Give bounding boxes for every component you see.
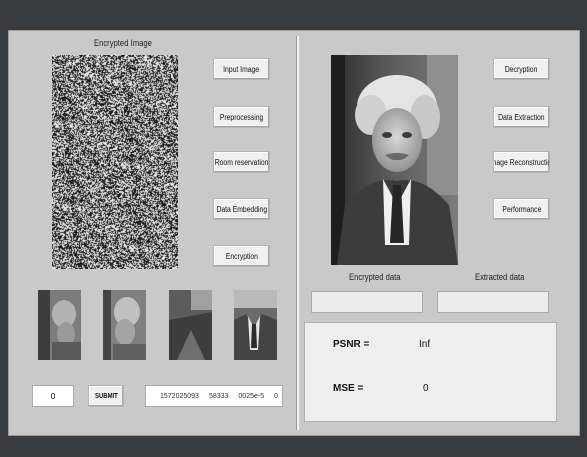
encrypted-data-field[interactable] (311, 291, 423, 313)
mse-label: MSE = (333, 383, 364, 394)
data-extraction-button[interactable]: Data Extraction (493, 106, 550, 128)
portrait-image-icon (331, 55, 458, 265)
submit-button[interactable]: SUBMIT (88, 385, 124, 407)
bitplane-thumbnail (103, 290, 146, 360)
bitplane-thumbnail (234, 290, 277, 360)
list-value: 0025e-5 (238, 392, 265, 400)
value-input[interactable]: 0 (32, 385, 74, 407)
encrypted-data-label: Encrypted data (349, 272, 401, 282)
panel-divider (296, 36, 299, 430)
performance-button[interactable]: Performance (493, 198, 550, 220)
extracted-data-field[interactable] (437, 291, 549, 313)
portrait-fragment-icon (103, 290, 146, 360)
original-image (331, 55, 458, 265)
encryption-button[interactable]: Encryption (213, 245, 270, 267)
list-value: 0 (274, 392, 279, 400)
list-value: 58333 (208, 392, 229, 400)
bitplane-thumbnail (169, 290, 212, 360)
extracted-data-label: Extracted data (475, 272, 525, 282)
preprocessing-button[interactable]: Preprocessing (213, 106, 270, 128)
performance-results-panel: PSNR = Inf MSE = 0 (304, 322, 557, 422)
decryption-button[interactable]: Decryption (493, 58, 550, 80)
data-embedding-button[interactable]: Data Embedding (213, 198, 270, 220)
encrypted-image-canvas (52, 55, 178, 269)
input-image-button[interactable]: Input Image (213, 58, 270, 80)
psnr-label: PSNR = (333, 339, 370, 350)
room-reservation-button[interactable]: Room reservation (213, 151, 270, 173)
portrait-fragment-icon (38, 290, 81, 360)
list-value: 1572025093 (160, 392, 199, 400)
portrait-fragment-icon (169, 290, 212, 360)
bitplane-thumbnail (38, 290, 81, 360)
portrait-fragment-icon (234, 290, 277, 360)
psnr-value: Inf (419, 339, 431, 350)
encrypted-image-label: Encrypted Image (94, 38, 152, 48)
result-values-listbox[interactable]: 1572025093 58333 0025e-5 0 (145, 385, 283, 407)
mse-value: 0 (423, 383, 429, 394)
image-reconstruction-button[interactable]: Image Reconstruction (493, 151, 550, 173)
